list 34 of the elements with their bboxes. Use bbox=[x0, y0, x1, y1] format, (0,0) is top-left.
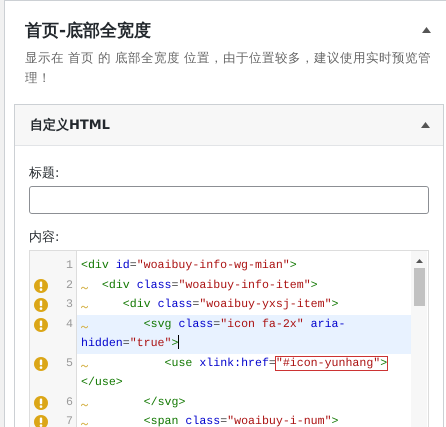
line-number: 2 bbox=[66, 278, 73, 294]
code-line: <span class="woaibuy-i-num"> bbox=[77, 412, 411, 427]
warning-squiggle-icon bbox=[81, 324, 88, 328]
code-line: <div class="woaibuy-yxsj-item"> bbox=[77, 295, 411, 314]
code-line: </svg> bbox=[77, 392, 411, 412]
scroll-up-arrow-icon[interactable] bbox=[416, 259, 422, 263]
scrollbar[interactable] bbox=[411, 251, 427, 427]
collapse-arrow-icon[interactable] bbox=[421, 122, 430, 128]
title-input-field[interactable] bbox=[29, 186, 429, 214]
code-line: <use xlink:href="#icon-yunhang"> </use> bbox=[80, 356, 388, 391]
field-label: 内容: bbox=[29, 229, 60, 246]
bracket-match-highlight: "#icon-yunhang"> bbox=[276, 356, 388, 370]
warning-squiggle-icon bbox=[81, 364, 88, 368]
scrollbar-thumb[interactable] bbox=[414, 268, 424, 306]
line-number: 5 bbox=[66, 356, 73, 372]
panel-description: 显示在 首页 的 底部全宽度 位置，由于位置较多，建议使用实时预览管理！ bbox=[24, 49, 432, 87]
code-line: <div class="woaibuy-info-item"> bbox=[77, 276, 411, 295]
code-line: <div id="woaibuy-info-wg-mian"> bbox=[80, 258, 298, 274]
widget-title: 自定义HTML bbox=[30, 116, 110, 134]
line-number: 6 bbox=[66, 394, 73, 410]
field-label: 标题: bbox=[29, 165, 60, 182]
panel-title: 首页-底部全宽度 bbox=[25, 20, 152, 42]
line-number: 4 bbox=[66, 316, 73, 332]
warning-squiggle-icon bbox=[81, 286, 88, 290]
warning-squiggle-icon bbox=[81, 402, 88, 406]
line-number: 1 bbox=[66, 258, 73, 274]
code-editor[interactable] bbox=[29, 250, 429, 427]
widget-header[interactable]: 自定义HTML bbox=[15, 105, 443, 146]
collapse-arrow-icon[interactable] bbox=[422, 27, 431, 33]
line-number: 3 bbox=[66, 297, 73, 313]
text-cursor bbox=[178, 335, 180, 349]
warning-squiggle-icon bbox=[81, 422, 88, 426]
warning-squiggle-icon bbox=[81, 305, 88, 309]
line-number: 7 bbox=[66, 414, 73, 427]
